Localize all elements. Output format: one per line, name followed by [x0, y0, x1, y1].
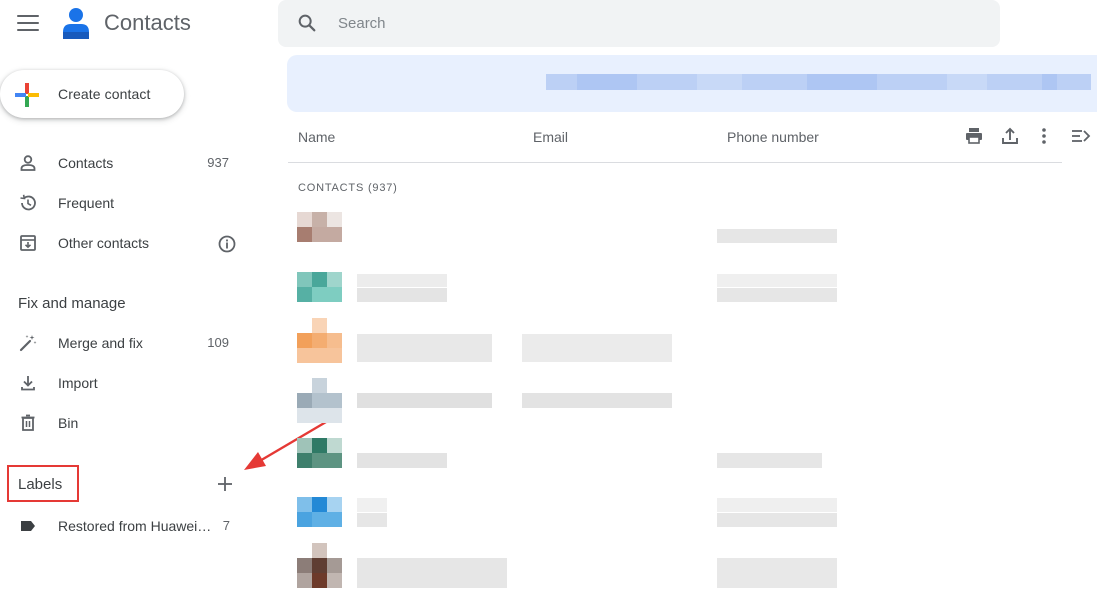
- avatar: [297, 497, 342, 542]
- magic-wand-icon: [19, 335, 37, 352]
- label-tag-icon: [21, 521, 35, 531]
- table-row[interactable]: [288, 212, 1097, 272]
- info-icon[interactable]: [217, 234, 237, 254]
- blurred-name: [357, 513, 387, 527]
- blurred-phone: [717, 274, 837, 287]
- blurred-name: [357, 558, 507, 588]
- menu-line: [17, 15, 39, 17]
- blurred-email: [522, 334, 672, 362]
- archive-download-icon: [20, 235, 36, 251]
- label-count-badge: 7: [222, 518, 230, 533]
- sidebar-item-bin[interactable]: Bin: [0, 403, 250, 443]
- table-row[interactable]: [288, 543, 1097, 593]
- contacts-logo-icon[interactable]: [61, 5, 91, 39]
- sidebar-item-other-contacts[interactable]: Other contacts: [0, 223, 250, 263]
- sidebar-item-label: Import: [58, 375, 98, 391]
- blurred-name: [357, 393, 492, 408]
- contacts-section-label: CONTACTS (937): [298, 182, 398, 194]
- app-title: Contacts: [104, 10, 191, 35]
- search-icon[interactable]: [296, 12, 318, 34]
- more-vert-icon[interactable]: [1033, 125, 1055, 147]
- blurred-phone: [717, 229, 837, 243]
- column-header-phone[interactable]: Phone number: [727, 129, 819, 145]
- main-menu-button[interactable]: [14, 11, 42, 35]
- sidebar-item-label: Frequent: [58, 195, 115, 211]
- avatar: [297, 378, 342, 423]
- create-contact-label: Create contact: [58, 86, 151, 102]
- info-banner: [287, 55, 1097, 112]
- collapse-panel-icon[interactable]: [1070, 125, 1092, 147]
- export-icon[interactable]: [999, 125, 1021, 147]
- trash-icon: [21, 414, 35, 431]
- person-icon: [20, 155, 36, 171]
- blurred-block: [807, 74, 877, 90]
- table-row[interactable]: [288, 378, 1097, 438]
- blurred-phone: [717, 453, 822, 468]
- print-icon[interactable]: [963, 125, 985, 147]
- sidebar-item-contacts[interactable]: Contacts 937: [0, 143, 250, 183]
- sidebar-item-frequent[interactable]: Frequent: [0, 183, 250, 223]
- blurred-phone: [717, 558, 837, 588]
- column-header-name[interactable]: Name: [298, 129, 335, 145]
- sidebar-item-label: Restored from Huawei…: [58, 518, 212, 534]
- blurred-email: [522, 393, 672, 408]
- add-label-icon[interactable]: [214, 473, 236, 495]
- fix-and-manage-heading: Fix and manage: [18, 295, 126, 312]
- blurred-phone: [717, 498, 837, 512]
- search-input[interactable]: [338, 0, 938, 47]
- sidebar-item-label: Bin: [58, 415, 79, 431]
- avatar: [297, 272, 342, 317]
- sidebar-item-label: Merge and fix: [58, 335, 143, 351]
- avatar: [297, 212, 342, 257]
- merge-count-badge: 109: [207, 335, 229, 350]
- plus-icon: [15, 83, 39, 107]
- sidebar-label-restored[interactable]: Restored from Huawei… 7: [0, 506, 250, 546]
- blurred-block: [1042, 74, 1057, 90]
- sidebar-item-import[interactable]: Import: [0, 363, 250, 403]
- download-icon: [21, 376, 35, 391]
- blurred-name: [357, 453, 447, 468]
- avatar: [297, 438, 342, 483]
- contacts-count-badge: 937: [207, 155, 229, 170]
- blurred-name: [357, 288, 447, 302]
- history-icon: [20, 194, 36, 211]
- table-row[interactable]: [288, 438, 1097, 498]
- menu-line: [17, 22, 39, 24]
- blurred-block: [577, 74, 637, 90]
- table-row[interactable]: [288, 318, 1097, 378]
- labels-heading: Labels: [18, 476, 63, 493]
- blurred-name: [357, 498, 387, 512]
- column-header-email[interactable]: Email: [533, 129, 568, 145]
- blurred-name: [357, 334, 492, 362]
- blurred-block: [947, 74, 987, 90]
- sidebar-item-label: Other contacts: [58, 235, 150, 251]
- avatar: [297, 318, 342, 363]
- blurred-block: [697, 74, 742, 90]
- search-bar[interactable]: [278, 0, 1000, 47]
- avatar: [297, 543, 342, 588]
- sidebar-item-merge-and-fix[interactable]: Merge and fix 109: [0, 323, 250, 363]
- blurred-name: [357, 274, 447, 287]
- menu-line: [17, 29, 39, 31]
- table-header-divider: [288, 162, 1062, 163]
- sidebar-item-label: Contacts: [58, 155, 114, 171]
- blurred-phone: [717, 513, 837, 527]
- create-contact-button[interactable]: Create contact: [0, 70, 184, 118]
- blurred-phone: [717, 288, 837, 302]
